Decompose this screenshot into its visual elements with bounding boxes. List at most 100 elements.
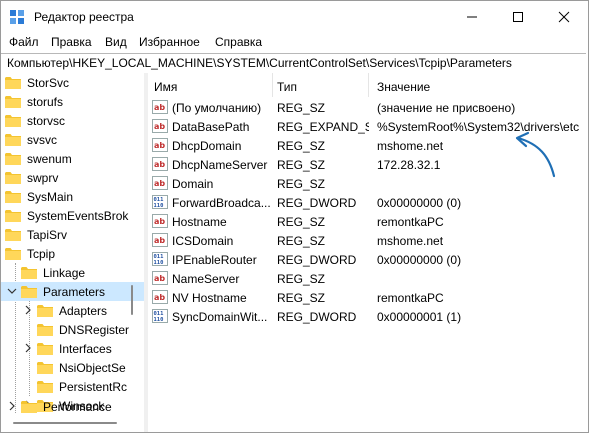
tree-item-label: storufs xyxy=(27,95,64,109)
folder-icon xyxy=(37,324,53,336)
value-row[interactable]: ab DhcpDomain REG_SZ mshome.net xyxy=(148,136,588,155)
value-name: (По умолчанию) xyxy=(172,101,262,115)
svg-text:ab: ab xyxy=(154,122,165,131)
menu-favorites[interactable]: Избранное xyxy=(139,35,200,49)
value-type: REG_SZ xyxy=(277,272,326,286)
scrollbar-thumb[interactable] xyxy=(131,285,133,315)
column-header-data[interactable]: Значение xyxy=(369,73,588,97)
tree-item-label: Tcpip xyxy=(27,247,56,261)
tree-item-tcpip[interactable]: Tcpip xyxy=(1,244,144,263)
svg-text:ab: ab xyxy=(154,160,165,169)
folder-icon xyxy=(5,229,21,241)
folder-icon xyxy=(5,172,21,184)
registry-editor-app-icon xyxy=(10,10,24,24)
chevron-right-icon[interactable] xyxy=(23,343,33,353)
tree-item-label: svsvc xyxy=(27,133,57,147)
key-tree-pane[interactable]: StorSvc storufs storvsc svsvc swenum swp… xyxy=(1,73,144,432)
tree-item-label: SysMain xyxy=(27,190,74,204)
folder-icon xyxy=(5,96,21,108)
close-button[interactable] xyxy=(541,1,587,33)
value-data: 0x00000000 (0) xyxy=(377,196,462,210)
value-row[interactable]: ab NV Hostname REG_SZ remontkaPC xyxy=(148,288,588,307)
tree-item-label: storvsc xyxy=(27,114,66,128)
folder-icon xyxy=(5,191,21,203)
tree-item[interactable]: Adapters xyxy=(1,301,144,320)
values-pane[interactable]: Имя Тип Значение ab (По умолчанию) REG_S… xyxy=(148,73,588,432)
tree-item[interactable]: StorSvc xyxy=(1,73,144,92)
menu-file[interactable]: Файл xyxy=(9,35,39,49)
folder-icon xyxy=(21,401,37,413)
column-header-name[interactable]: Имя xyxy=(148,73,276,97)
value-row[interactable]: ab Hostname REG_SZ remontkaPC xyxy=(148,212,588,231)
tree-item[interactable]: SystemEventsBrok xyxy=(1,206,144,225)
string-value-icon: ab xyxy=(152,138,168,152)
chevron-down-icon[interactable] xyxy=(7,286,17,296)
value-name: DhcpNameServer xyxy=(172,158,268,172)
folder-icon xyxy=(5,153,21,165)
menu-edit[interactable]: Правка xyxy=(51,35,92,49)
chevron-right-icon[interactable] xyxy=(7,401,17,411)
menu-help[interactable]: Справка xyxy=(215,35,262,49)
svg-text:ab: ab xyxy=(154,103,165,112)
tree-item[interactable]: storvsc xyxy=(1,111,144,130)
maximize-icon xyxy=(513,12,523,22)
tree-item[interactable]: swprv xyxy=(1,168,144,187)
tree-item[interactable]: NsiObjectSe xyxy=(1,358,144,377)
value-row[interactable]: 011 110 SyncDomainWit... REG_DWORD 0x0000… xyxy=(148,307,588,326)
registry-editor-window: Редактор реестра Файл Правка Вид Избранн… xyxy=(0,0,589,433)
value-type: REG_SZ xyxy=(277,139,326,153)
string-value-icon: ab xyxy=(152,176,168,190)
binary-value-icon: 011 110 xyxy=(152,309,168,323)
value-data: 0x00000001 (1) xyxy=(377,310,462,324)
string-value-icon: ab xyxy=(152,100,168,114)
tree-vertical-scrollbar[interactable] xyxy=(129,73,135,418)
tree-horizontal-scrollbar[interactable] xyxy=(1,414,144,432)
folder-icon xyxy=(5,115,21,127)
tree-item[interactable]: Linkage xyxy=(1,263,144,282)
string-value-icon: ab xyxy=(152,119,168,133)
maximize-button[interactable] xyxy=(495,1,541,33)
tree-item-label: PersistentRc xyxy=(59,380,128,394)
string-value-icon: ab xyxy=(152,157,168,171)
tree-item[interactable]: TapiSrv xyxy=(1,225,144,244)
binary-value-icon: 011 110 xyxy=(152,252,168,266)
tree-item[interactable]: DNSRegister xyxy=(1,320,144,339)
folder-icon xyxy=(21,267,37,279)
value-row[interactable]: ab DataBasePath REG_EXPAND_SZ %SystemRoo… xyxy=(148,117,588,136)
tree-item-parameters-selected[interactable]: Parameters xyxy=(1,282,144,301)
address-bar[interactable]: Компьютер\HKEY_LOCAL_MACHINE\SYSTEM\Curr… xyxy=(1,53,586,74)
value-row[interactable]: ab Domain REG_SZ xyxy=(148,174,588,193)
tree-item[interactable]: svsvc xyxy=(1,130,144,149)
value-row[interactable]: 011 110 ForwardBroadca... REG_DWORD 0x000… xyxy=(148,193,588,212)
value-type: REG_DWORD xyxy=(277,253,357,267)
svg-text:ab: ab xyxy=(154,236,165,245)
value-row[interactable]: 011 110 IPEnableRouter REG_DWORD 0x000000… xyxy=(148,250,588,269)
tree-item[interactable]: Interfaces xyxy=(1,339,144,358)
tree-item-label: swprv xyxy=(27,171,59,185)
close-icon xyxy=(558,11,570,23)
value-name: DataBasePath xyxy=(172,120,250,134)
value-type: REG_DWORD xyxy=(277,310,357,324)
value-name: DhcpDomain xyxy=(172,139,242,153)
value-row[interactable]: ab ICSDomain REG_SZ mshome.net xyxy=(148,231,588,250)
tree-item-label: DNSRegister xyxy=(59,323,130,337)
folder-open-icon xyxy=(21,286,37,298)
value-row[interactable]: ab NameServer REG_SZ xyxy=(148,269,588,288)
scrollbar-thumb[interactable] xyxy=(13,422,117,424)
minimize-button[interactable] xyxy=(449,1,495,33)
column-header-label: Тип xyxy=(277,80,298,94)
folder-icon xyxy=(37,362,53,374)
value-data: mshome.net xyxy=(377,139,444,153)
menu-view[interactable]: Вид xyxy=(105,35,127,49)
tree-item[interactable]: storufs xyxy=(1,92,144,111)
tree-item[interactable]: swenum xyxy=(1,149,144,168)
tree-item[interactable]: SysMain xyxy=(1,187,144,206)
value-name: ICSDomain xyxy=(172,234,234,248)
chevron-right-icon[interactable] xyxy=(23,305,33,315)
tree-item-label: swenum xyxy=(27,152,72,166)
value-row[interactable]: ab DhcpNameServer REG_SZ 172.28.32.1 xyxy=(148,155,588,174)
column-header-type[interactable]: Тип xyxy=(273,73,369,97)
tree-item[interactable]: PersistentRc xyxy=(1,377,144,396)
string-value-icon: ab xyxy=(152,290,168,304)
value-row[interactable]: ab (По умолчанию) REG_SZ (значение не пр… xyxy=(148,98,588,117)
